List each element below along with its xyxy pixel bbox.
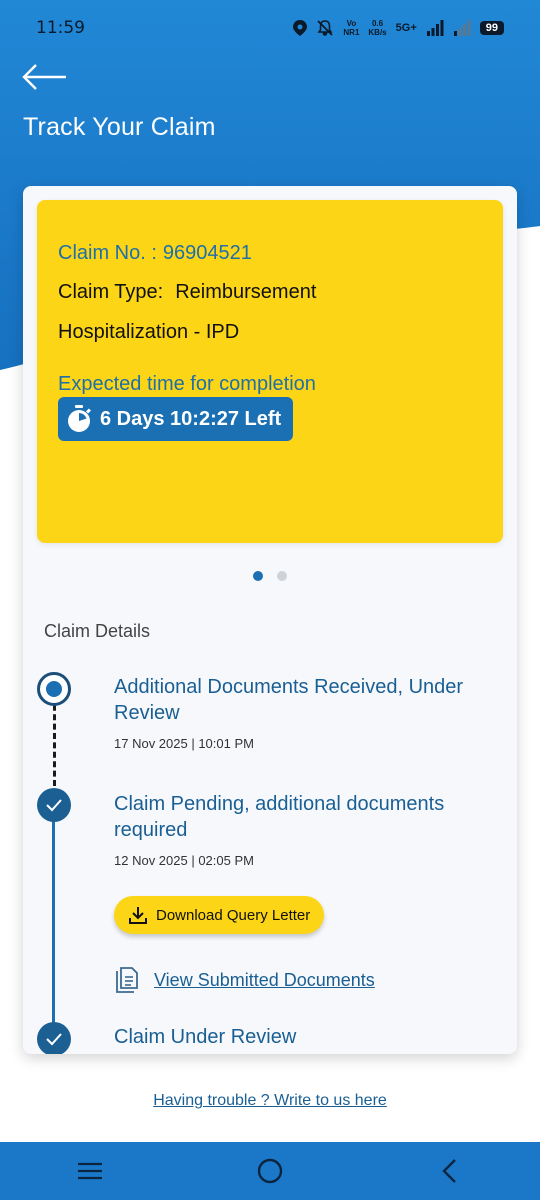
status-icons: Vo NR1 0.6 KB/s 5G+ 99 bbox=[293, 19, 504, 37]
claim-type-label: Claim Type: bbox=[58, 281, 164, 303]
carousel-dot[interactable] bbox=[277, 571, 287, 581]
claim-number-label: Claim No. : bbox=[58, 242, 157, 264]
home-button[interactable] bbox=[240, 1142, 300, 1200]
system-nav-bar bbox=[0, 1142, 540, 1200]
claim-summary-card[interactable]: Claim No. :96904521 Claim Type: Reimburse… bbox=[37, 200, 503, 543]
step-date: 12 Nov 2025 | 02:05 PM bbox=[114, 853, 254, 868]
speed-value: 0.6 bbox=[371, 19, 384, 28]
claim-type: Claim Type: Reimbursement bbox=[58, 281, 316, 304]
step-title: Claim Under Review bbox=[114, 1026, 297, 1048]
location-icon bbox=[293, 20, 308, 36]
network-bottom: NR1 bbox=[343, 28, 360, 37]
download-query-letter-button[interactable]: Download Query Letter bbox=[114, 896, 325, 934]
recent-apps-button[interactable] bbox=[60, 1142, 120, 1200]
carousel-dot[interactable] bbox=[253, 571, 263, 581]
step-title: Additional Documents Received, Under Rev… bbox=[114, 676, 464, 724]
stopwatch-icon bbox=[68, 405, 91, 432]
download-label: Download Query Letter bbox=[156, 906, 311, 924]
claim-subtype: Hospitalization - IPD bbox=[58, 321, 240, 343]
back-chevron-icon bbox=[442, 1159, 456, 1183]
timeline-connector bbox=[52, 806, 55, 1054]
claim-number: Claim No. :96904521 bbox=[58, 242, 252, 265]
menu-icon bbox=[78, 1162, 102, 1180]
expected-time-label: Expected time for completion bbox=[58, 373, 316, 395]
time-left-badge: 6 Days 10:2:27 Left bbox=[58, 397, 294, 441]
back-button[interactable] bbox=[22, 60, 68, 94]
arrow-left-icon bbox=[22, 64, 66, 90]
status-time: 11:59 bbox=[36, 18, 85, 38]
volte-indicator: Vo NR1 bbox=[343, 19, 359, 37]
speed-unit: KB/s bbox=[368, 28, 387, 37]
claim-type-value: Reimbursement bbox=[175, 281, 317, 303]
download-icon bbox=[129, 907, 147, 924]
step-title: Claim Pending, additional documents requ… bbox=[114, 793, 445, 841]
view-submitted-documents-link[interactable]: View Submitted Documents bbox=[114, 966, 375, 994]
help-link[interactable]: Having trouble ? Write to us here bbox=[0, 1092, 540, 1110]
signal-strong-icon bbox=[426, 20, 444, 36]
document-icon bbox=[116, 967, 138, 993]
home-circle-icon bbox=[257, 1158, 283, 1184]
claim-timeline: Additional Documents Received, Under Rev… bbox=[23, 666, 517, 1054]
system-back-button[interactable] bbox=[420, 1142, 480, 1200]
check-icon bbox=[37, 1022, 71, 1054]
carousel-indicator bbox=[23, 571, 517, 581]
network-type: 5G+ bbox=[395, 22, 417, 34]
timeline-current-node-icon bbox=[37, 672, 71, 706]
mute-bell-icon bbox=[317, 20, 334, 36]
status-bar: 11:59 Vo NR1 0.6 KB/s 5G+ 99 bbox=[0, 0, 540, 56]
network-top: Vo bbox=[346, 19, 357, 28]
step-date: 17 Nov 2025 | 10:01 PM bbox=[114, 736, 254, 751]
claim-tracker-card: Claim No. :96904521 Claim Type: Reimburse… bbox=[23, 186, 517, 1054]
data-speed: 0.6 KB/s bbox=[368, 19, 386, 37]
page-title: Track Your Claim bbox=[23, 113, 216, 141]
claim-details-heading: Claim Details bbox=[44, 621, 151, 641]
view-docs-label: View Submitted Documents bbox=[154, 969, 375, 990]
signal-weak-icon bbox=[453, 20, 471, 36]
battery-level: 99 bbox=[479, 21, 504, 35]
claim-number-value: 96904521 bbox=[162, 242, 252, 264]
time-left-text: 6 Days 10:2:27 Left bbox=[100, 407, 282, 430]
check-icon bbox=[37, 788, 71, 822]
